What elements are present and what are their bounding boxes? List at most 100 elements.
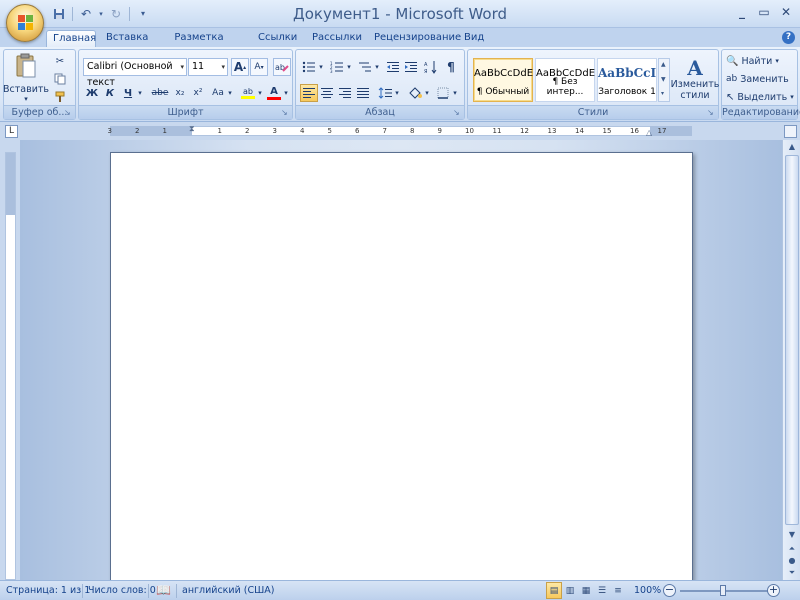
- zoom-out-icon[interactable]: −: [663, 584, 676, 597]
- italic-button[interactable]: К: [101, 84, 119, 102]
- view-ruler-icon[interactable]: [784, 125, 797, 138]
- highlight-dropdown-icon[interactable]: ▾: [255, 84, 265, 102]
- grow-font-button[interactable]: A ▴: [231, 58, 249, 76]
- tab-references[interactable]: Ссылки: [252, 30, 300, 47]
- change-case-dropdown-icon[interactable]: ▾: [225, 84, 235, 102]
- underline-dropdown-icon[interactable]: ▾: [135, 84, 145, 102]
- tab-review[interactable]: Рецензирование: [368, 30, 461, 47]
- status-word-count[interactable]: Число слов: 0: [88, 585, 156, 596]
- tab-mailings[interactable]: Рассылки: [306, 30, 362, 47]
- shading-dropdown-icon[interactable]: ▾: [422, 84, 432, 102]
- style-no-spacing[interactable]: AaBbCcDdE ¶ Без интер...: [535, 58, 595, 102]
- tab-view[interactable]: Вид: [458, 30, 486, 47]
- outline-view-icon[interactable]: ☰: [594, 582, 610, 599]
- ruler-tick-label: 7: [382, 127, 387, 135]
- replace-label: Заменить: [740, 73, 789, 85]
- sort-button[interactable]: AЯ: [422, 58, 440, 76]
- justify-button[interactable]: [354, 84, 372, 102]
- shading-icon: [409, 87, 422, 99]
- clear-formatting-button[interactable]: ab: [273, 58, 291, 76]
- clipboard-launcher-icon[interactable]: ↘: [64, 108, 73, 117]
- select-button[interactable]: ↖ Выделить ▾: [726, 89, 794, 105]
- ribbon-tabs: Главная Вставка Разметка страницы Ссылки…: [0, 28, 800, 59]
- office-button[interactable]: [6, 4, 44, 42]
- tab-insert[interactable]: Вставка: [100, 30, 148, 47]
- subscript-button[interactable]: x₂: [171, 84, 189, 102]
- shrink-font-button[interactable]: A ▾: [250, 58, 268, 76]
- print-layout-view-icon[interactable]: ▤: [546, 582, 562, 599]
- increase-indent-button[interactable]: [402, 58, 420, 76]
- align-left-icon: [303, 88, 315, 98]
- font-color-dropdown-icon[interactable]: ▾: [281, 84, 291, 102]
- document-page[interactable]: [110, 152, 693, 592]
- paragraph-launcher-icon[interactable]: ↘: [453, 108, 462, 117]
- replace-button[interactable]: ab Заменить: [726, 71, 789, 87]
- scrollbar-thumb[interactable]: [785, 155, 799, 525]
- scroll-down-icon[interactable]: ▼: [785, 528, 799, 542]
- font-launcher-icon[interactable]: ↘: [281, 108, 290, 117]
- style-normal[interactable]: AaBbCcDdE ¶ Обычный: [473, 58, 533, 102]
- superscript-button[interactable]: x²: [189, 84, 207, 102]
- align-center-button[interactable]: [318, 84, 336, 102]
- multilevel-dropdown-icon[interactable]: ▾: [372, 58, 382, 76]
- styles-group: AaBbCcDdE ¶ Обычный AaBbCcDdE ¶ Без инте…: [467, 49, 719, 120]
- find-button[interactable]: 🔍 Найти ▾: [726, 53, 779, 69]
- style-heading-1[interactable]: AaBbCcI Заголовок 1: [597, 58, 657, 102]
- change-styles-label-2: стили: [680, 90, 710, 101]
- right-indent-marker-icon[interactable]: △: [646, 128, 652, 137]
- borders-dropdown-icon[interactable]: ▾: [450, 84, 460, 102]
- styles-scroll-up-icon[interactable]: ▲: [661, 61, 666, 68]
- styles-launcher-icon[interactable]: ↘: [707, 108, 716, 117]
- copy-icon[interactable]: [51, 70, 69, 88]
- numbering-dropdown-icon[interactable]: ▾: [344, 58, 354, 76]
- horizontal-ruler[interactable]: L 3 2 1 1 2 3 4 5 6 7 8 9 10 11 12 13 14 15 16 17 ⧗ △: [0, 122, 800, 140]
- vertical-ruler[interactable]: [5, 152, 16, 580]
- cut-icon[interactable]: ✂: [51, 52, 69, 70]
- format-painter-icon[interactable]: [51, 88, 69, 106]
- scroll-up-icon[interactable]: ▲: [785, 140, 799, 154]
- tab-home[interactable]: Главная: [46, 30, 96, 47]
- tab-selector-icon[interactable]: L: [5, 125, 18, 138]
- strikethrough-button[interactable]: abe: [149, 84, 171, 102]
- full-screen-reading-view-icon[interactable]: ▥: [562, 582, 578, 599]
- vertical-scrollbar[interactable]: ▲ ▼ ⏶ ● ⏷: [782, 140, 800, 580]
- maximize-button[interactable]: ▭: [756, 5, 772, 19]
- next-page-icon[interactable]: ⏷: [785, 567, 799, 579]
- styles-more-icon[interactable]: ▾: [661, 90, 664, 97]
- decrease-indent-button[interactable]: [384, 58, 402, 76]
- font-size-combo[interactable]: 11 ▾: [188, 58, 228, 76]
- font-name-combo[interactable]: Calibri (Основной текст ▾: [83, 58, 187, 88]
- web-layout-view-icon[interactable]: ▦: [578, 582, 594, 599]
- zoom-level[interactable]: 100%: [634, 585, 661, 596]
- paste-icon: [14, 53, 38, 82]
- status-separator: [148, 584, 149, 598]
- highlight-label: ab: [243, 87, 253, 96]
- select-browse-object-icon[interactable]: ●: [785, 555, 799, 567]
- zoom-slider-thumb[interactable]: [720, 585, 726, 596]
- bold-button[interactable]: Ж: [83, 84, 101, 102]
- tab-page-layout[interactable]: Разметка страницы: [152, 30, 246, 59]
- previous-page-icon[interactable]: ⏶: [785, 543, 799, 555]
- show-formatting-marks-button[interactable]: ¶: [442, 58, 460, 76]
- line-spacing-dropdown-icon[interactable]: ▾: [392, 84, 402, 102]
- close-button[interactable]: ✕: [778, 5, 794, 19]
- paste-button[interactable]: Вставить ▾: [3, 52, 49, 104]
- spelling-check-icon[interactable]: 📖: [156, 583, 171, 597]
- ruler-tick-label: 4: [300, 127, 305, 135]
- status-language[interactable]: английский (США): [182, 585, 274, 596]
- help-icon[interactable]: ?: [782, 31, 795, 44]
- status-page[interactable]: Страница: 1 из 1: [6, 585, 90, 596]
- change-styles-button[interactable]: A Изменить стили: [671, 52, 720, 106]
- svg-text:A: A: [424, 62, 428, 68]
- align-left-button[interactable]: [300, 84, 318, 102]
- styles-scroll-down-icon[interactable]: ▼: [661, 76, 666, 83]
- ruler-tick-label: 6: [355, 127, 360, 135]
- draft-view-icon[interactable]: ≡: [610, 582, 626, 599]
- shrink-font-caret-icon: ▾: [260, 63, 264, 71]
- align-right-button[interactable]: [336, 84, 354, 102]
- indent-marker-icon[interactable]: ⧗: [189, 124, 195, 134]
- bullets-dropdown-icon[interactable]: ▾: [316, 58, 326, 76]
- minimize-button[interactable]: _: [734, 5, 750, 19]
- title-bar: ↶ ▾ ↻ ▾ Документ1 - Microsoft Word _ ▭ ✕: [0, 0, 800, 28]
- zoom-in-icon[interactable]: +: [767, 584, 780, 597]
